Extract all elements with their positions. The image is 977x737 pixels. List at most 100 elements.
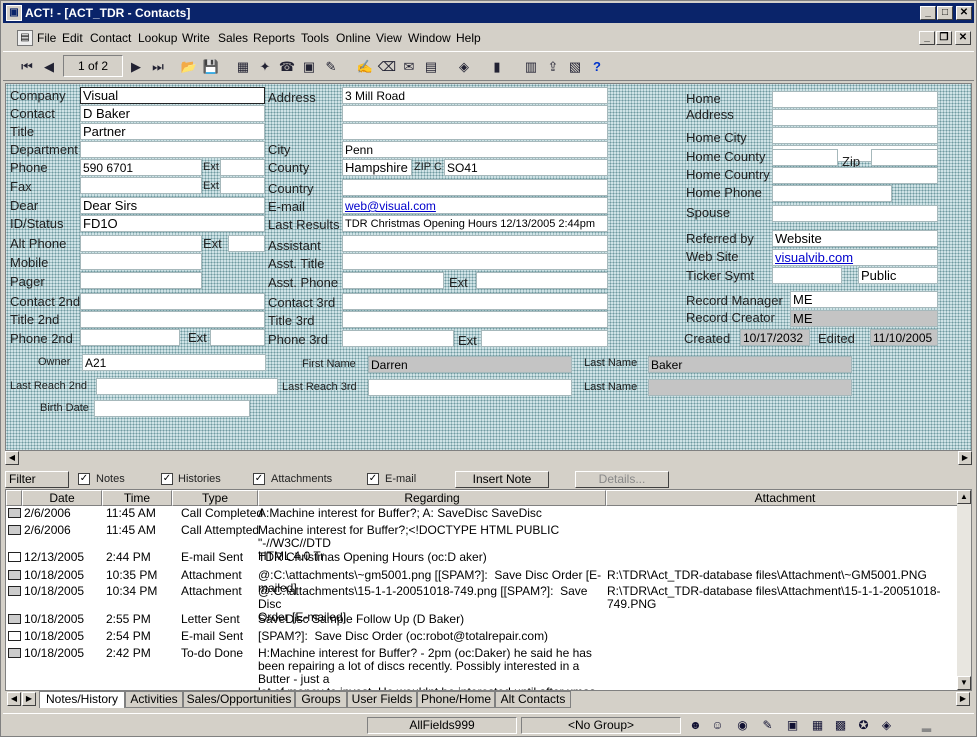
ticker-public-field[interactable]: Public [858, 267, 938, 284]
meeting-icon[interactable]: ▣ [299, 57, 319, 77]
pager-field[interactable] [80, 272, 202, 289]
company-field[interactable]: Visual [80, 87, 265, 104]
home-phone-field[interactable] [772, 185, 892, 202]
website-field[interactable]: visualvib.com [772, 249, 938, 266]
child-minimize-button[interactable]: _ [919, 31, 935, 45]
phone3-field[interactable] [342, 330, 454, 347]
grid-scroll-down-icon[interactable]: ▼ [957, 676, 971, 690]
phone-ext-field[interactable] [220, 159, 265, 176]
scroll-left-icon[interactable]: ◀ [5, 451, 19, 465]
phone-icon[interactable]: ☎ [277, 57, 297, 77]
zip-field[interactable]: SO41 [444, 159, 608, 176]
phone2-field[interactable] [80, 329, 180, 346]
task-list-icon[interactable]: ✎ [759, 717, 776, 734]
menu-contact[interactable]: Contact [90, 31, 131, 45]
home-address1-field[interactable] [772, 91, 938, 108]
mobile-field[interactable] [80, 253, 202, 270]
city-field[interactable]: Penn [342, 141, 608, 158]
histories-checkbox[interactable]: ✓ [161, 473, 173, 485]
menu-help[interactable]: Help [456, 31, 481, 45]
home-zip-field[interactable] [871, 149, 938, 166]
open-folder-icon[interactable]: 📂 [179, 57, 199, 77]
web-browser-icon[interactable]: ◈ [878, 717, 895, 734]
child-restore-button[interactable]: ❐ [936, 31, 952, 45]
tab-alt-contacts[interactable]: Alt Contacts [495, 691, 571, 708]
home-county-field[interactable] [772, 149, 838, 166]
child-close-button[interactable]: ✕ [955, 31, 971, 45]
lastresults-field[interactable]: TDR Christmas Opening Hours 12/13/2005 2… [342, 215, 608, 232]
attachments-checkbox[interactable]: ✓ [253, 473, 265, 485]
last-record-icon[interactable]: ⏭ [148, 57, 168, 77]
tag-icon[interactable]: ✉ [399, 57, 419, 77]
lastreach3-field[interactable] [368, 379, 572, 396]
notes-checkbox[interactable]: ✓ [78, 473, 90, 485]
email-field[interactable]: web@visual.com [342, 197, 608, 214]
assistant-field[interactable] [342, 235, 608, 252]
calendar-day-icon[interactable]: ▣ [784, 717, 801, 734]
filter-dropdown[interactable]: Filter [5, 471, 69, 488]
altphone-field[interactable] [80, 235, 202, 252]
notes-icon[interactable]: ✍ [355, 57, 375, 77]
report-icon[interactable]: ▧ [565, 57, 585, 77]
country-field[interactable] [342, 179, 608, 196]
spouse-field[interactable] [772, 205, 938, 222]
type-column-header[interactable]: Type [172, 490, 258, 506]
dear-field[interactable]: Dear Sirs [80, 197, 265, 214]
menu-edit[interactable]: Edit [62, 31, 83, 45]
asstphone-field[interactable] [342, 272, 444, 289]
recmanager-field[interactable]: ME [790, 291, 938, 308]
fax-field[interactable] [80, 177, 202, 194]
menu-write[interactable]: Write [182, 31, 210, 45]
tab-phone-home[interactable]: Phone/Home [417, 691, 495, 708]
history-icon[interactable]: ⌫ [377, 57, 397, 77]
time-column-header[interactable]: Time [102, 490, 172, 506]
asstphone-ext-field[interactable] [476, 272, 608, 289]
date-column-header[interactable]: Date [22, 490, 102, 506]
form-horizontal-scrollbar[interactable]: ◀ ▶ [5, 451, 972, 465]
regarding-column-header[interactable]: Regarding [258, 490, 606, 506]
grid-right-scroll-icon[interactable]: ▶ [956, 692, 970, 706]
palm-icon[interactable]: ▮ [487, 57, 507, 77]
groups-view-icon[interactable]: ☺ [709, 717, 726, 734]
county-field[interactable]: Hampshire [342, 159, 412, 176]
home-country-field[interactable] [772, 167, 938, 184]
contact2-field[interactable] [80, 293, 265, 310]
contact-field[interactable]: D Baker [80, 105, 265, 122]
insert-note-button[interactable]: Insert Note [455, 471, 549, 488]
tab-activities[interactable]: Activities [125, 691, 183, 708]
save-icon[interactable]: 💾 [201, 57, 221, 77]
phone3-ext-field[interactable] [481, 330, 608, 347]
new-contact-icon[interactable]: ✦ [255, 57, 275, 77]
idstatus-field[interactable]: FD1O [80, 215, 265, 232]
address-line1-field[interactable]: 3 Mill Road [342, 87, 608, 104]
altphone-ext-field[interactable] [228, 235, 265, 252]
maximize-button[interactable]: □ [937, 6, 953, 20]
birthdate-field[interactable] [94, 400, 250, 417]
menu-sales[interactable]: Sales [218, 31, 248, 45]
contact-list-icon[interactable]: ▦ [233, 57, 253, 77]
tab-groups[interactable]: Groups [295, 691, 347, 708]
contacts-view-icon[interactable]: ☻ [687, 717, 704, 734]
tab-scroll-left-icon[interactable]: ◀ [7, 692, 21, 706]
grid-icon[interactable]: ▤ [421, 57, 441, 77]
group-status[interactable]: <No Group> [521, 717, 681, 734]
menu-window[interactable]: Window [408, 31, 451, 45]
email-checkbox[interactable]: ✓ [367, 473, 379, 485]
referred-field[interactable]: Website [772, 230, 938, 247]
todo-icon[interactable]: ✎ [321, 57, 341, 77]
close-button[interactable]: ✕ [956, 6, 972, 20]
phone-field[interactable]: 590 6701 [80, 159, 202, 176]
web-icon[interactable]: ◈ [454, 57, 474, 77]
ticker-field[interactable] [772, 267, 842, 284]
internet-icon[interactable]: ◉ [734, 717, 751, 734]
first-record-icon[interactable]: ⏮ [17, 57, 37, 77]
menu-online[interactable]: Online [336, 31, 371, 45]
menu-view[interactable]: View [376, 31, 402, 45]
tab-notes-history[interactable]: Notes/History [39, 691, 125, 708]
menu-file[interactable]: File [37, 31, 56, 45]
fax-ext-field[interactable] [220, 177, 265, 194]
document-icon[interactable]: ▤ [17, 30, 33, 46]
details-button[interactable]: Details... [575, 471, 669, 488]
phone2-ext-field[interactable] [210, 329, 265, 346]
assttitle-field[interactable] [342, 253, 608, 270]
